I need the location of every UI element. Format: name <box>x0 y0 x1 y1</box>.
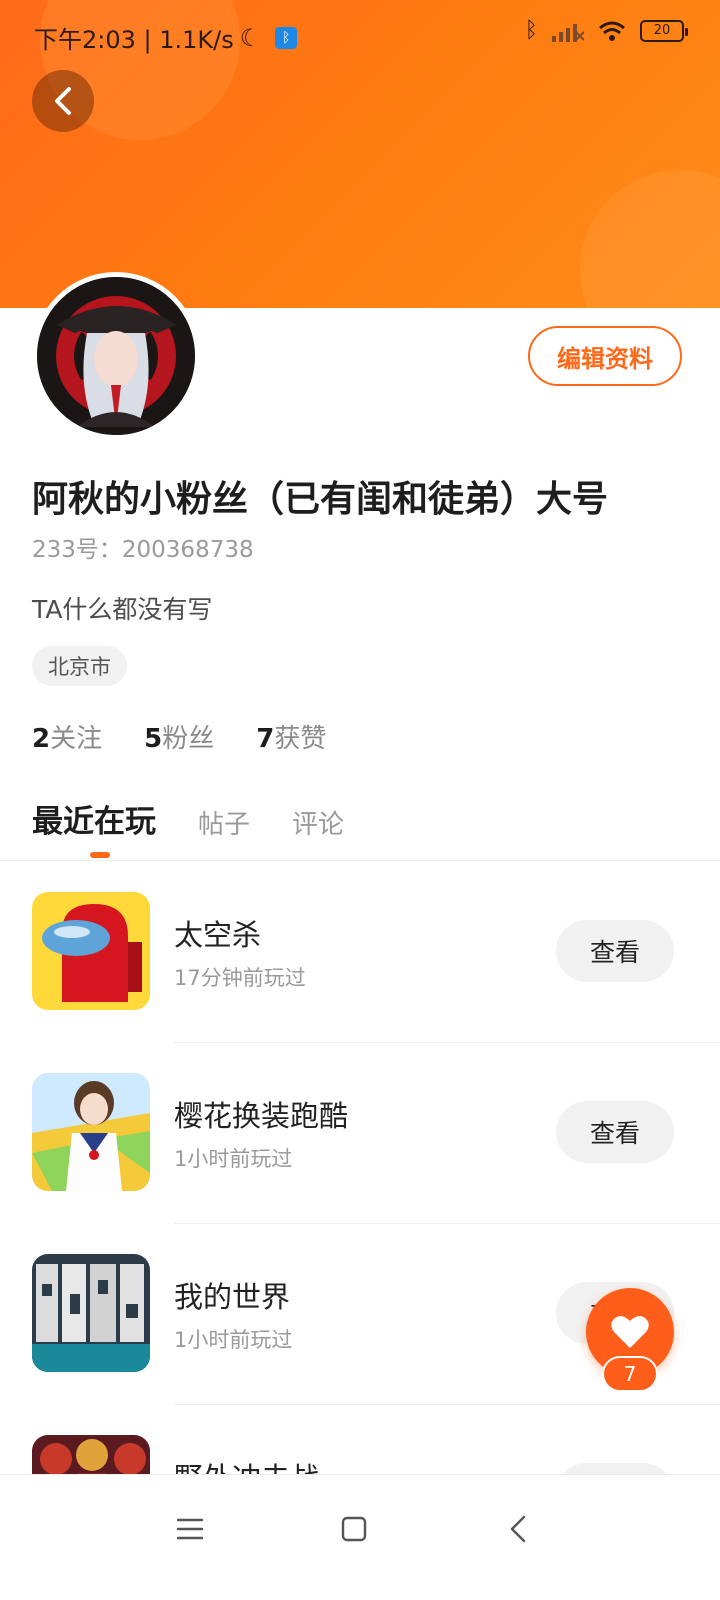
chevron-left-icon <box>55 87 71 115</box>
stat-number: 7 <box>256 724 275 754</box>
status-right: ᛒ 20 <box>524 18 688 43</box>
list-item[interactable]: 太空杀 17分钟前玩过 查看 <box>0 862 720 1043</box>
list-item[interactable]: 野外冲去战 查看 <box>0 1405 720 1474</box>
like-count: 7 <box>623 1362 637 1386</box>
stat-label: 粉丝 <box>162 724 215 754</box>
list-item[interactable]: 樱花换装跑酷 1小时前玩过 查看 <box>0 1043 720 1224</box>
user-id: 233号：200368738 <box>32 537 254 563</box>
status-time: 下午2:03 | 1.1K/s <box>34 26 234 54</box>
tab-comments[interactable]: 评论 <box>292 804 344 841</box>
game-name: 樱花换装跑酷 <box>174 1099 349 1133</box>
wifi-icon <box>599 21 625 41</box>
tab-posts[interactable]: 帖子 <box>198 804 250 841</box>
avatar-image <box>37 277 195 435</box>
tab-recently-played[interactable]: 最近在玩 <box>32 796 156 841</box>
signal-icon <box>552 23 584 42</box>
game-icon-minecraft <box>32 1254 150 1372</box>
stat-number: 5 <box>144 724 163 754</box>
stat-likes[interactable]: 7获赞 <box>256 718 326 755</box>
game-last-played: 1小时前玩过 <box>174 1328 293 1352</box>
location-tag: 北京市 <box>32 646 127 686</box>
location-label: 北京市 <box>48 655 111 679</box>
bio: TA什么都没有写 <box>32 595 213 624</box>
home-square-icon <box>341 1516 367 1542</box>
bluetooth-app-icon: ᛒ <box>275 26 298 49</box>
bluetooth-icon: ᛒ <box>524 18 538 43</box>
heart-icon <box>611 1316 649 1348</box>
stat-label: 获赞 <box>274 724 327 754</box>
edit-profile-button[interactable]: 编辑资料 <box>528 326 682 386</box>
profile-tabs: 最近在玩 帖子 评论 <box>32 796 344 841</box>
stats-row: 2关注 5粉丝 7获赞 <box>32 718 326 755</box>
view-button[interactable]: 查看 <box>556 1101 674 1163</box>
menu-nav-button[interactable] <box>166 1505 214 1553</box>
username: 阿秋的小粉丝（已有闺和徒弟）大号 <box>32 479 609 520</box>
view-button[interactable]: 查看 <box>556 1463 674 1474</box>
game-last-played: 17分钟前玩过 <box>174 966 306 990</box>
home-nav-button[interactable] <box>330 1505 378 1553</box>
battery-level: 20 <box>653 23 671 38</box>
avatar[interactable] <box>32 272 200 440</box>
game-name: 我的世界 <box>174 1280 291 1314</box>
back-nav-button[interactable] <box>494 1505 542 1553</box>
battery-icon: 20 <box>640 19 688 42</box>
divider <box>0 860 720 861</box>
status-bar: 下午2:03 | 1.1K/s ☾ ᛒ ᛒ 20 <box>0 0 720 70</box>
stat-followers[interactable]: 5粉丝 <box>144 718 214 755</box>
stat-label: 关注 <box>50 724 103 754</box>
header-decoration <box>580 170 720 308</box>
game-icon-battle <box>32 1435 150 1474</box>
stat-following[interactable]: 2关注 <box>32 718 102 755</box>
stat-number: 2 <box>32 724 51 754</box>
back-triangle-icon <box>510 1515 526 1543</box>
game-name: 太空杀 <box>174 918 262 952</box>
active-tab-indicator <box>90 852 110 858</box>
system-navigation-bar <box>0 1474 720 1600</box>
like-count-badge: 7 <box>602 1356 658 1392</box>
game-icon-among-us <box>32 892 150 1010</box>
moon-icon: ☾ <box>239 23 262 52</box>
menu-icon <box>177 1518 203 1540</box>
game-name: 野外冲去战 <box>174 1455 319 1474</box>
game-last-played: 1小时前玩过 <box>174 1147 293 1171</box>
back-button[interactable] <box>32 70 94 132</box>
view-button[interactable]: 查看 <box>556 920 674 982</box>
status-left: 下午2:03 | 1.1K/s ☾ ᛒ <box>34 20 298 55</box>
game-icon-sakura-runner <box>32 1073 150 1191</box>
